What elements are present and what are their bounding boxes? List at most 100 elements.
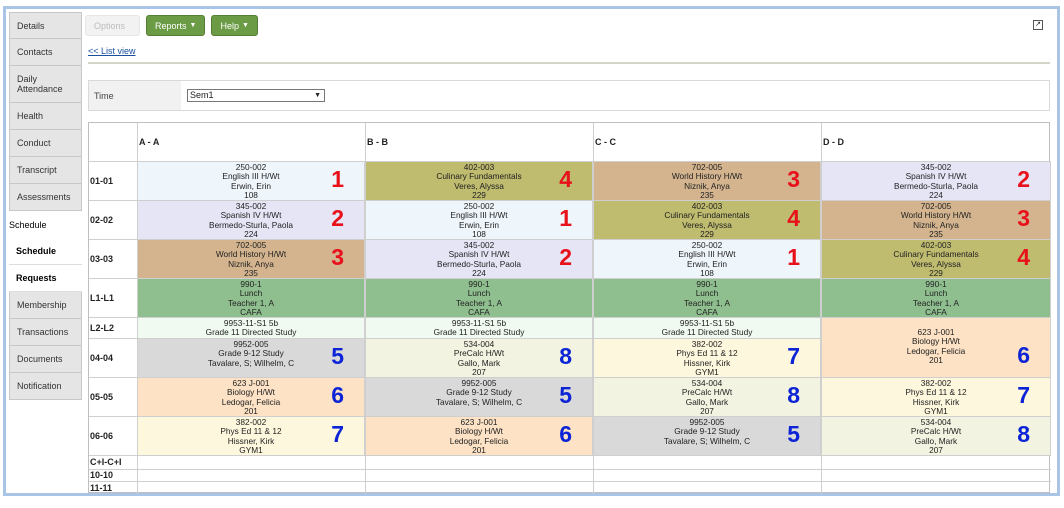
options-button[interactable]: Options (85, 15, 140, 36)
period-number: 8 (1017, 421, 1030, 447)
list-view-link[interactable]: << List view (88, 46, 136, 56)
sidebar-item-notification[interactable]: Notification (9, 373, 82, 400)
cell-line: 224 (929, 189, 943, 200)
cell-line: CAFA (925, 306, 947, 317)
period-number: 3 (331, 244, 344, 270)
cell-line: Grade 11 Directed Study (661, 327, 753, 338)
column-header: B - B (367, 137, 388, 147)
period-number: 6 (1017, 342, 1030, 368)
cell-line: Tavalare, S; Wilhelm, C (663, 435, 751, 446)
row-label: 06-06 (90, 430, 114, 441)
schedule-cell[interactable]: 702-005 World History H/Wt Niznik, Anya 235… (138, 240, 365, 279)
cell-text: 250-002 English III H/Wt Erwin, Erin 108 (138, 162, 364, 200)
schedule-cell[interactable]: 345-002 Spanish IV H/Wt Bermedo-Sturla, Pa… (822, 162, 1051, 201)
schedule-cell[interactable]: 250-002 English III H/Wt Erwin, Erin 108 1 (138, 162, 365, 201)
schedule-cell[interactable]: 990-1 Lunch Teacher 1, A CAFA (138, 279, 365, 318)
cell-text: 250-002 English III H/Wt Erwin, Erin 108 (366, 201, 592, 239)
sidebar-item-documents[interactable]: Documents (9, 346, 82, 373)
sidebar-item-conduct[interactable]: Conduct (9, 130, 82, 157)
cell-line: GYM1 (695, 366, 719, 377)
schedule-cell[interactable]: 990-1 Lunch Teacher 1, A CAFA (822, 279, 1051, 318)
sidebar-item-contacts[interactable]: Contacts (9, 39, 82, 66)
caret-down-icon: ▼ (241, 22, 249, 29)
schedule-cell[interactable]: 990-1 Lunch Teacher 1, A CAFA (366, 279, 593, 318)
sidebar-item-transcript[interactable]: Transcript (9, 157, 82, 184)
period-number: 5 (331, 343, 344, 369)
sidebar-item-assessments[interactable]: Assessments (9, 184, 82, 211)
schedule-cell[interactable]: 9953-11-S1 5b Grade 11 Directed Study (366, 318, 593, 339)
schedule-cell[interactable]: 382-002 Phys Ed 11 & 12 Hissner, Kirk GYM1 7 (594, 339, 821, 378)
cell-text: 382-002 Phys Ed 11 & 12 Hissner, Kirk GYM1 (822, 378, 1050, 416)
schedule-cell[interactable]: 382-002 Phys Ed 11 & 12 Hissner, Kirk GYM1 7 (822, 378, 1051, 417)
cell-line: 207 (472, 366, 486, 377)
cell-line: 235 (700, 189, 714, 200)
row-label: L1-L1 (90, 292, 115, 303)
schedule-cell[interactable]: 9952-005 Grade 9-12 Study Tavalare, S; Wil… (138, 339, 365, 378)
period-number: 2 (559, 244, 572, 270)
sidebar-item-daily-attendance[interactable]: Daily Attendance (9, 66, 82, 103)
schedule-cell[interactable]: 345-002 Spanish IV H/Wt Bermedo-Sturla, Pa… (366, 240, 593, 279)
cell-line: 235 (244, 267, 258, 278)
period-number: 6 (331, 382, 344, 408)
select-arrow-icon: ▼ (314, 92, 321, 99)
schedule-cell[interactable]: 623 J-001 Biology H/Wt Ledogar, Felicia 201… (366, 417, 593, 456)
sidebar: Details Contacts Daily Attendance Health… (9, 12, 82, 400)
schedule-cell[interactable]: 402-003 Culinary Fundamentals Veres, Alyss… (366, 162, 593, 201)
cell-text: 9953-11-S1 5b Grade 11 Directed Study (366, 318, 592, 338)
schedule-cell[interactable]: 623 J-001 Biology H/Wt Ledogar, Felicia 201… (822, 318, 1051, 378)
schedule-cell[interactable]: 990-1 Lunch Teacher 1, A CAFA (594, 279, 821, 318)
schedule-cell[interactable]: 702-005 World History H/Wt Niznik, Anya 235… (594, 162, 821, 201)
schedule-cell[interactable]: 702-005 World History H/Wt Niznik, Anya 235… (822, 201, 1051, 240)
cell-text: 345-002 Spanish IV H/Wt Bermedo-Sturla, Pa… (138, 201, 364, 239)
schedule-cell[interactable]: 534-004 PreCalc H/Wt Gallo, Mark 207 8 (366, 339, 593, 378)
cell-text: 9952-005 Grade 9-12 Study Tavalare, S; Wil… (594, 417, 820, 446)
sidebar-subitem-requests[interactable]: Requests (9, 265, 82, 292)
cell-line: 201 (244, 405, 258, 416)
cell-text: 9953-11-S1 5b Grade 11 Directed Study (138, 318, 364, 338)
cell-text: 9952-005 Grade 9-12 Study Tavalare, S; Wil… (138, 339, 364, 368)
sidebar-item-details[interactable]: Details (9, 12, 82, 39)
schedule-cell[interactable]: 9952-005 Grade 9-12 Study Tavalare, S; Wil… (366, 378, 593, 417)
cell-line: 201 (472, 444, 486, 455)
cell-text: 534-004 PreCalc H/Wt Gallo, Mark 207 (366, 339, 592, 377)
sidebar-subitem-schedule[interactable]: Schedule (9, 238, 82, 265)
cell-line: 207 (929, 444, 943, 455)
row-label: C+I-C+I (90, 457, 122, 467)
schedule-cell[interactable]: 382-002 Phys Ed 11 & 12 Hissner, Kirk GYM1 7 (138, 417, 365, 456)
column-header: C - C (595, 137, 616, 147)
cell-line: 207 (700, 405, 714, 416)
schedule-cell[interactable]: 9953-11-S1 5b Grade 11 Directed Study (594, 318, 821, 339)
schedule-cell[interactable]: 250-002 English III H/Wt Erwin, Erin 108 1 (594, 240, 821, 279)
schedule-cell[interactable]: 402-003 Culinary Fundamentals Veres, Alyss… (594, 201, 821, 240)
schedule-cell[interactable]: 534-004 PreCalc H/Wt Gallo, Mark 207 8 (594, 378, 821, 417)
period-number: 5 (559, 382, 572, 408)
period-number: 1 (559, 205, 572, 231)
schedule-cell[interactable]: 9952-005 Grade 9-12 Study Tavalare, S; Wil… (594, 417, 821, 456)
schedule-cell[interactable]: 9953-11-S1 5b Grade 11 Directed Study (138, 318, 365, 339)
schedule-cell[interactable]: 345-002 Spanish IV H/Wt Bermedo-Sturla, Pa… (138, 201, 365, 240)
period-number: 4 (1017, 244, 1030, 270)
schedule-matrix: A - A B - B C - C D - D 01-01 02-02 03-03 L1-L1… (88, 122, 1051, 494)
time-select[interactable]: Sem1 ▼ (187, 89, 325, 102)
cell-text: 9952-005 Grade 9-12 Study Tavalare, S; Wil… (366, 378, 592, 407)
popout-icon[interactable]: ↗ (1033, 20, 1043, 30)
cell-line: Tavalare, S; Wilhelm, C (207, 357, 295, 368)
row-label: 04-04 (90, 352, 114, 363)
sidebar-item-transactions[interactable]: Transactions (9, 319, 82, 346)
reports-button[interactable]: Reports ▼ (146, 15, 206, 36)
sidebar-item-membership[interactable]: Membership (9, 292, 82, 319)
help-button[interactable]: Help ▼ (211, 15, 258, 36)
cell-text: 382-002 Phys Ed 11 & 12 Hissner, Kirk GYM1 (138, 417, 364, 455)
schedule-cell[interactable]: 623 J-001 Biology H/Wt Ledogar, Felicia 201… (138, 378, 365, 417)
cell-text: 623 J-001 Biology H/Wt Ledogar, Felicia 201 (366, 417, 592, 455)
time-label: Time (89, 81, 181, 110)
cell-text: 250-002 English III H/Wt Erwin, Erin 108 (594, 240, 820, 278)
cell-text: 402-003 Culinary Fundamentals Veres, Alyss… (366, 162, 592, 200)
schedule-cell[interactable]: 402-003 Culinary Fundamentals Veres, Alyss… (822, 240, 1051, 279)
cell-line: 108 (472, 228, 486, 239)
schedule-cell[interactable]: 534-004 PreCalc H/Wt Gallo, Mark 207 8 (822, 417, 1051, 456)
column-header: D - D (823, 137, 844, 147)
sidebar-item-health[interactable]: Health (9, 103, 82, 130)
sidebar-item-schedule-active[interactable]: Schedule (9, 211, 82, 238)
schedule-cell[interactable]: 250-002 English III H/Wt Erwin, Erin 108 1 (366, 201, 593, 240)
